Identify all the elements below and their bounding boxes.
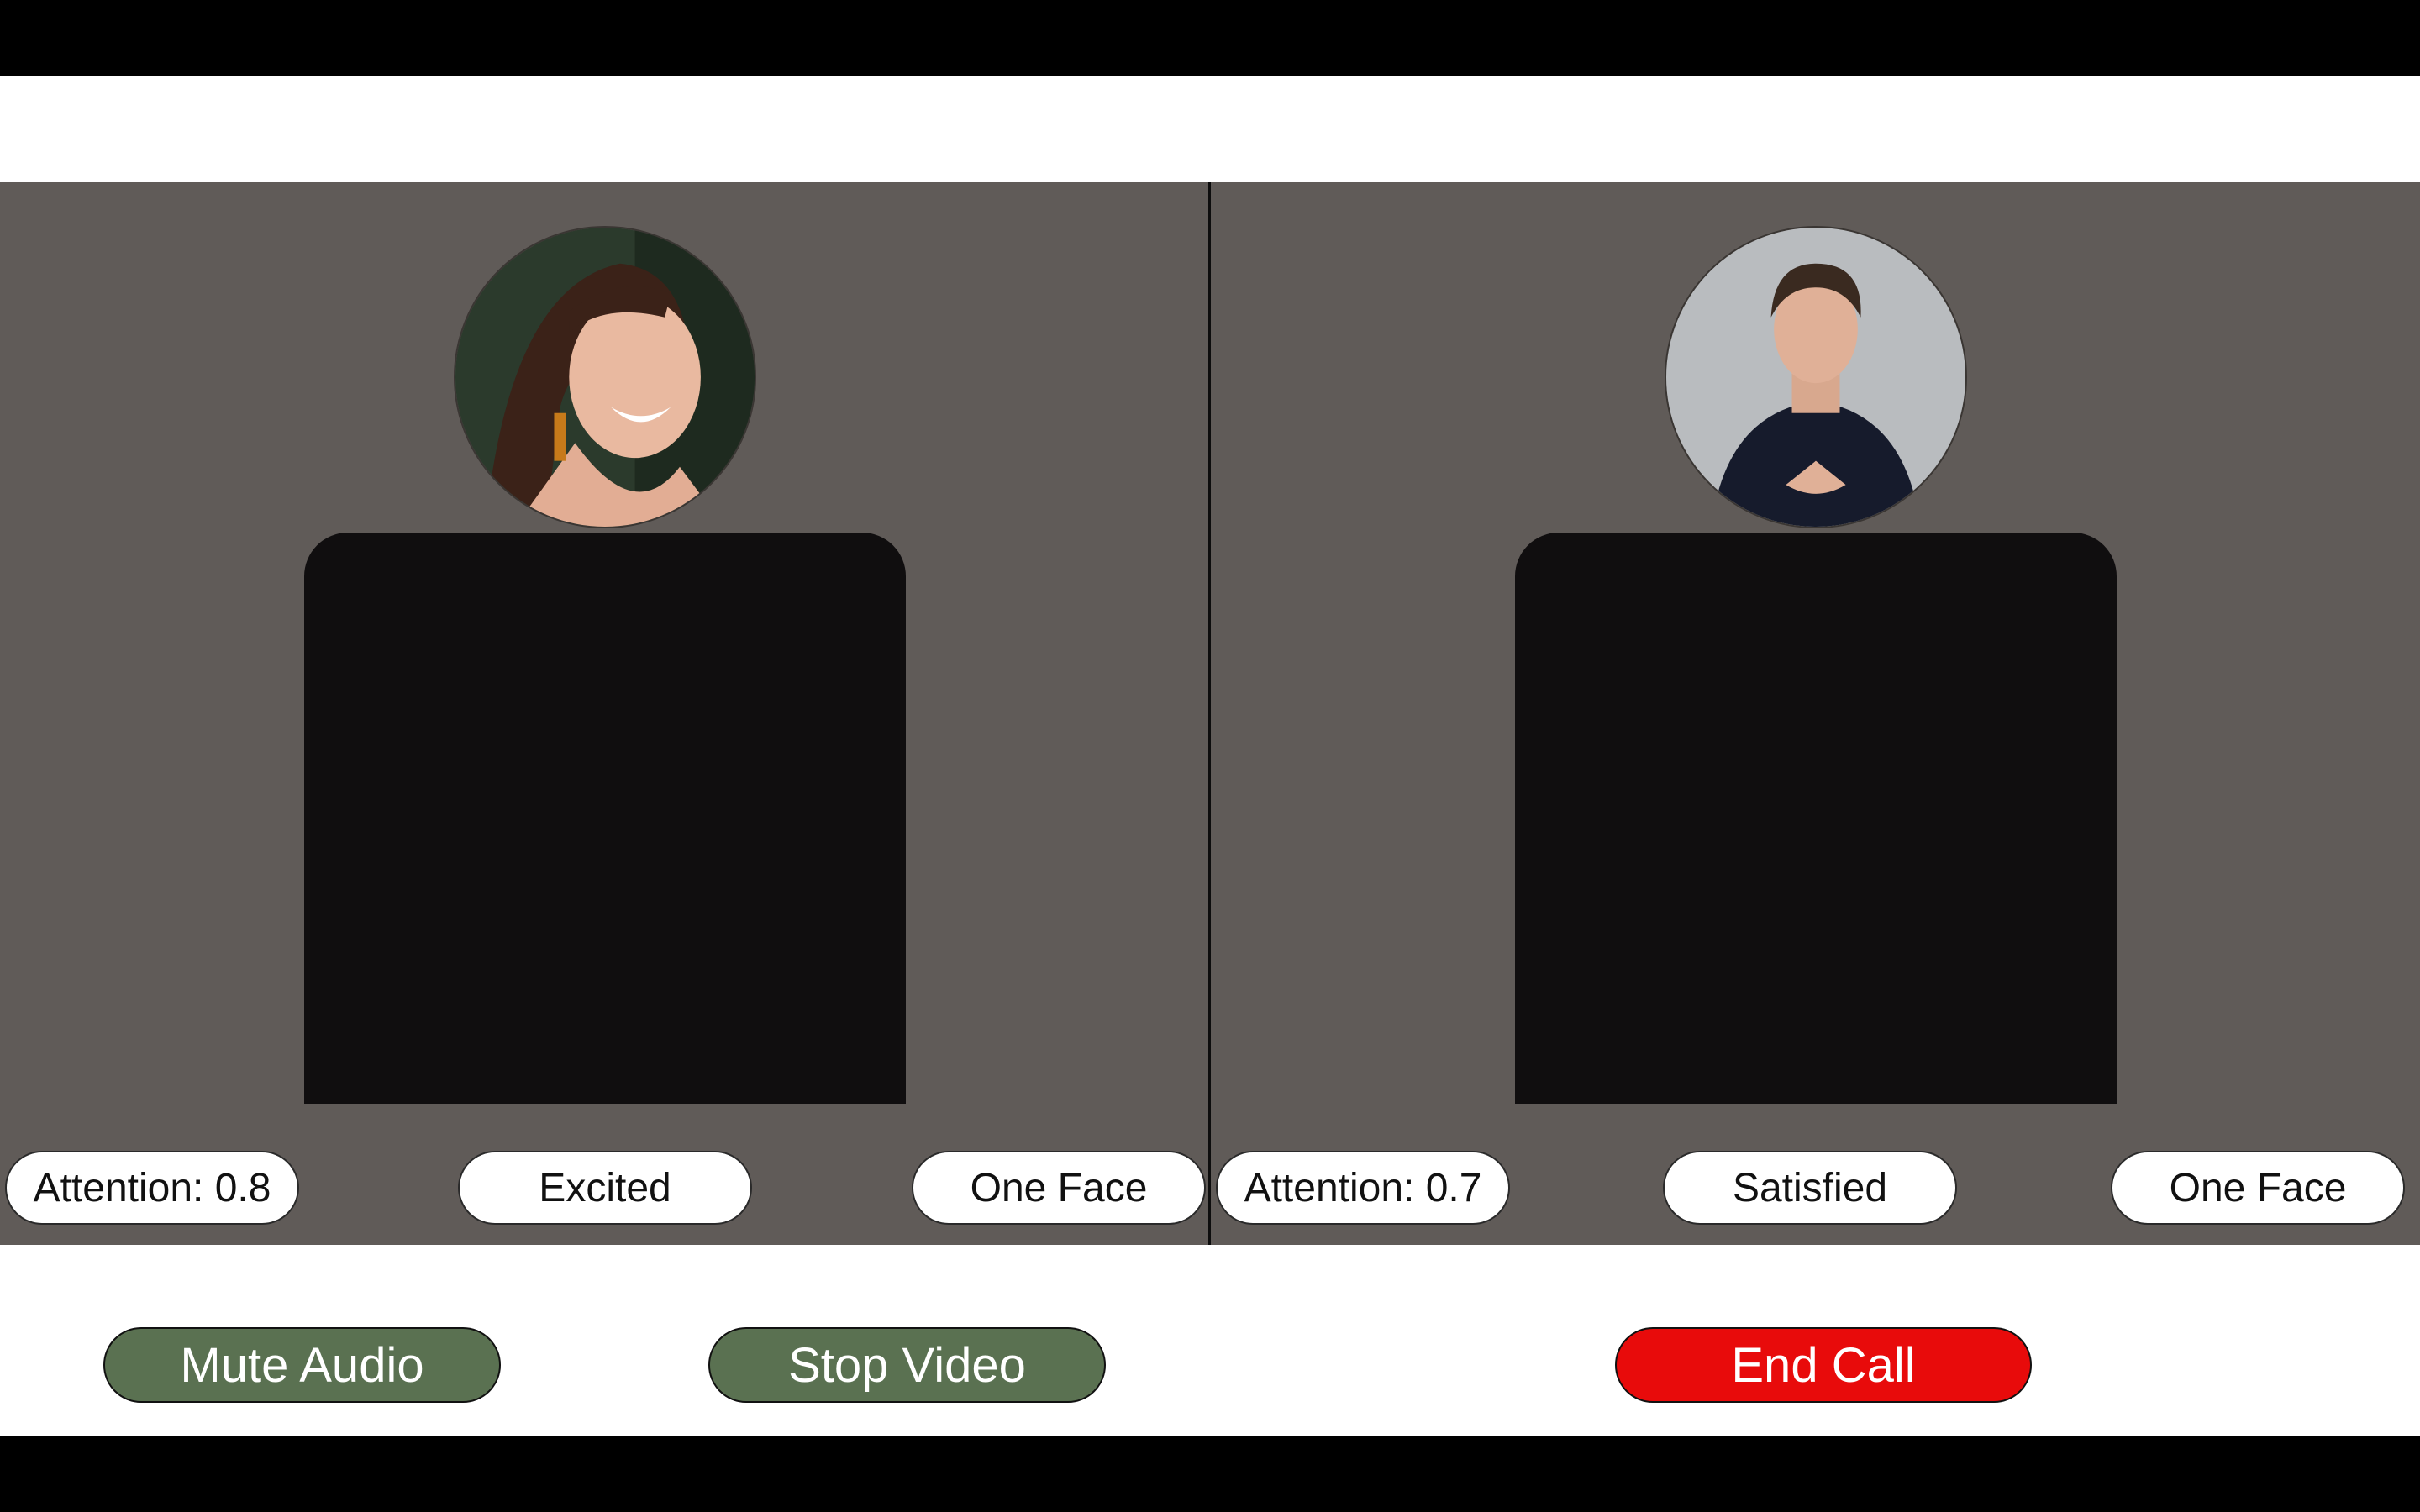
participant-photo-1	[455, 228, 755, 527]
video-call-app: Attention: 0.8 Excited One Face Attentio…	[0, 76, 2420, 1436]
call-stage: Attention: 0.8 Excited One Face Attentio…	[0, 182, 2420, 1245]
face-count-badge: One Face	[912, 1151, 1206, 1225]
mute-audio-button[interactable]: Mute Audio	[103, 1327, 501, 1403]
face-count-badge: One Face	[2111, 1151, 2405, 1225]
video-feed-2	[1515, 533, 2117, 1104]
emotion-badge: Excited	[458, 1151, 752, 1225]
attention-badge: Attention: 0.7	[1216, 1151, 1510, 1225]
participant-panel-2: Attention: 0.7 Satisfied One Face	[1211, 182, 2419, 1245]
participant-avatar-2	[1665, 226, 1967, 528]
stop-video-button[interactable]: Stop Video	[708, 1327, 1106, 1403]
participant-avatar-1	[454, 226, 756, 528]
video-feed-1	[304, 533, 906, 1104]
emotion-badge: Satisfied	[1663, 1151, 1957, 1225]
attention-badge: Attention: 0.8	[5, 1151, 299, 1225]
participant-panel-1: Attention: 0.8 Excited One Face	[0, 182, 1208, 1245]
end-call-button[interactable]: End Call	[1615, 1327, 2032, 1403]
participant-photo-2	[1666, 228, 1965, 527]
